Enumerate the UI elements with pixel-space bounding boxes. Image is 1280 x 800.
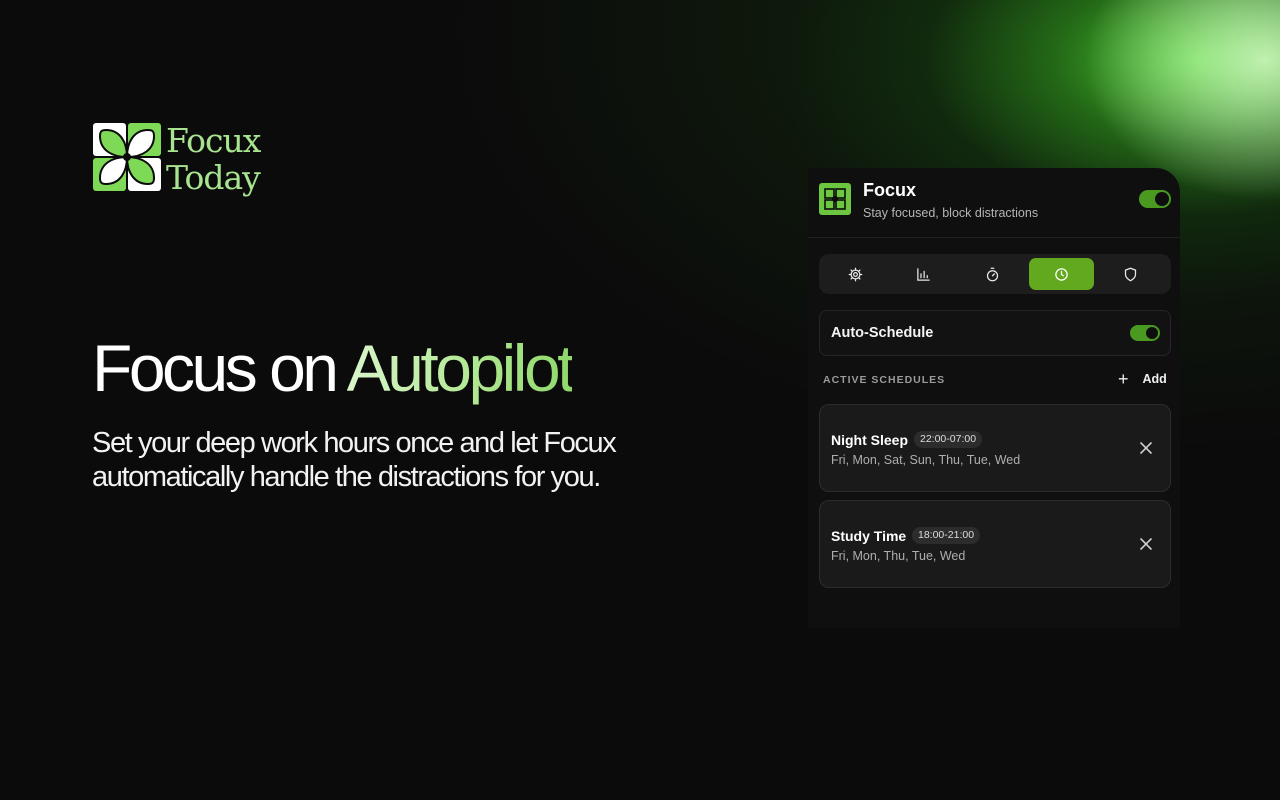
clock-icon [1055,267,1068,281]
extension-enable-toggle[interactable] [1139,190,1171,208]
shield-icon [1124,267,1136,281]
brand-line-2: Today [166,158,261,197]
hero-title-part1: Focus on [92,331,347,405]
hero-title-part2: Autopilot [346,331,576,405]
schedule-time-badge: 18:00-21:00 [912,527,981,544]
add-schedule-button[interactable]: + Add [1118,370,1167,388]
app-tagline: Stay focused, block distractions [863,206,1039,220]
clover-logo-icon [93,123,161,191]
brand-logo: Focux Today [92,121,261,197]
app-name: Focux [863,180,917,200]
brand-wordmark: Focux Today [166,121,261,197]
add-label: Add [1142,372,1167,386]
auto-schedule-row: Auto-Schedule [819,310,1171,356]
gear-icon [848,267,863,281]
tab-stats[interactable] [892,258,956,290]
schedule-name: Study Time [831,528,907,544]
brand-line-1: Focux [166,121,261,160]
tab-blocklist[interactable] [1098,258,1162,290]
nav-tabs [819,254,1171,294]
auto-schedule-label: Auto-Schedule [831,325,934,341]
auto-schedule-toggle[interactable] [1130,325,1160,341]
schedule-days: Fri, Mon, Thu, Tue, Wed [831,549,966,563]
tab-schedule[interactable] [1029,258,1094,290]
app-logo-icon [819,183,851,215]
close-icon[interactable] [1138,536,1154,552]
schedule-card[interactable]: Night Sleep 22:00-07:00 Fri, Mon, Sat, S… [819,404,1171,492]
hero-subtitle-line1: Set your deep work hours once and let Fo… [92,427,617,459]
hero-subtitle: Set your deep work hours once and let Fo… [92,426,692,494]
tab-timer[interactable] [961,258,1025,290]
toggle-knob [1155,192,1169,206]
bar-chart-icon [917,267,931,281]
section-title: ACTIVE SCHEDULES [823,374,946,386]
popup-header: Focux Stay focused, block distractions [808,168,1180,238]
hero-title: Focus on Autopilot [92,328,576,408]
plus-icon: + [1118,369,1129,389]
schedule-time-badge: 22:00-07:00 [914,431,983,448]
toggle-knob [1146,327,1158,339]
schedule-name: Night Sleep [831,432,909,448]
stopwatch-icon [987,267,999,281]
schedule-days: Fri, Mon, Sat, Sun, Thu, Tue, Wed [831,453,1021,467]
tab-settings[interactable] [823,258,887,290]
extension-popup: Focux Stay focused, block distractions A… [808,168,1180,628]
schedule-card[interactable]: Study Time 18:00-21:00 Fri, Mon, Thu, Tu… [819,500,1171,588]
hero-subtitle-line2: automatically handle the distractions fo… [92,461,601,493]
close-icon[interactable] [1138,440,1154,456]
